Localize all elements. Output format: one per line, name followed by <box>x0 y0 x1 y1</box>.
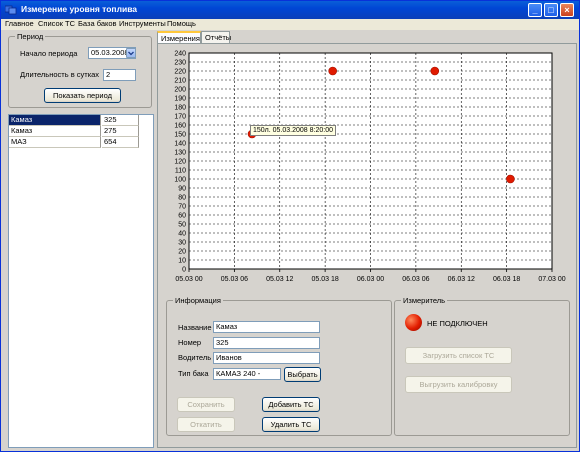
load-vehicle-list-button[interactable]: Загрузить список ТС <box>405 347 512 364</box>
y-tick-label: 100 <box>174 177 186 184</box>
y-tick-label: 150 <box>174 132 186 139</box>
app-icon <box>5 5 17 15</box>
y-tick-label: 110 <box>175 168 186 175</box>
y-tick-label: 70 <box>178 204 186 211</box>
date-dropdown-button[interactable] <box>126 48 136 58</box>
maximize-button[interactable]: □ <box>544 3 558 17</box>
meter-group-title: Измеритель <box>401 296 448 305</box>
data-point <box>506 174 515 184</box>
y-tick-label: 80 <box>178 195 186 202</box>
close-button[interactable]: × <box>560 3 574 17</box>
start-date-label: Начало периода <box>20 49 78 58</box>
y-tick-label: 240 <box>174 51 186 58</box>
y-tick-label: 30 <box>178 240 186 247</box>
list-item[interactable]: Камаз 325 <box>9 115 139 126</box>
duration-field[interactable]: 2 <box>103 69 136 81</box>
info-group-title: Информация <box>173 296 223 305</box>
driver-field[interactable]: Иванов <box>213 352 320 364</box>
vehicle-name: Камаз <box>9 115 101 126</box>
menu-main[interactable]: Главное <box>5 19 34 29</box>
name-field[interactable]: Камаз <box>213 321 320 333</box>
y-tick-label: 40 <box>178 231 186 238</box>
delete-vehicle-button[interactable]: Удалить ТС <box>262 417 320 432</box>
vehicle-name: МАЗ <box>9 137 101 148</box>
title-bar[interactable]: Измерение уровня топлива _ □ × <box>1 1 579 19</box>
y-tick-label: 170 <box>174 114 186 121</box>
choose-tank-button[interactable]: Выбрать <box>284 367 321 382</box>
x-tick-label: 06.03 00 <box>357 276 384 283</box>
data-point <box>328 66 337 76</box>
show-period-button[interactable]: Показать период <box>44 88 121 103</box>
menu-bar: Главное Список ТС База баков Инструменты… <box>1 19 579 30</box>
y-tick-label: 60 <box>178 213 186 220</box>
number-field[interactable]: 325 <box>213 337 320 349</box>
app-window: Измерение уровня топлива _ □ × Главное С… <box>0 0 580 452</box>
y-tick-label: 210 <box>174 78 186 85</box>
y-tick-label: 130 <box>174 150 186 157</box>
add-vehicle-button[interactable]: Добавить ТС <box>262 397 320 412</box>
x-tick-label: 06.03 18 <box>493 276 520 283</box>
point-tooltip: 150л. 05.03.2008 8:20:00 <box>250 125 336 136</box>
y-tick-label: 0 <box>182 267 186 274</box>
y-tick-label: 190 <box>174 96 186 103</box>
x-tick-label: 05.03 18 <box>312 276 339 283</box>
menu-tools[interactable]: Инструменты <box>119 19 166 29</box>
tank-type-field[interactable]: КАМАЗ 240 - <box>213 368 281 380</box>
x-tick-label: 05.03 06 <box>221 276 248 283</box>
chevron-down-icon <box>128 51 134 56</box>
menu-vehicle-list[interactable]: Список ТС <box>38 19 75 29</box>
vehicle-value: 325 <box>102 115 139 126</box>
measurements-panel: 0 10 20 30 40 50 60 70 80 90 100 110 120 130 140 150 160… <box>157 43 577 448</box>
x-tick-label: 07.03 00 <box>538 276 565 283</box>
y-tick-label: 10 <box>178 258 186 265</box>
x-tick-label: 05.03 00 <box>175 276 202 283</box>
vehicle-value: 654 <box>102 137 139 148</box>
y-tick-label: 20 <box>178 249 186 256</box>
y-tick-label: 230 <box>174 60 186 67</box>
period-group-title: Период <box>15 32 46 41</box>
y-tick-label: 160 <box>174 123 186 130</box>
save-button[interactable]: Сохранить <box>177 397 235 412</box>
info-group: Информация Название Камаз Номер 325 Води… <box>166 296 392 436</box>
y-tick-label: 120 <box>174 159 186 166</box>
period-group: Период Начало периода 05.03.2008 Длитель… <box>8 32 152 108</box>
x-tick-label: 06.03 06 <box>402 276 429 283</box>
tank-type-label: Тип бака <box>178 369 209 378</box>
y-tick-label: 200 <box>174 87 186 94</box>
menu-tank-db[interactable]: База баков <box>78 19 117 29</box>
driver-label: Водитель <box>178 353 212 362</box>
fuel-level-chart[interactable]: 0 10 20 30 40 50 60 70 80 90 100 110 120 130 140 150 160… <box>158 44 576 302</box>
y-tick-label: 220 <box>174 69 186 76</box>
data-point <box>430 66 440 76</box>
window-title: Измерение уровня топлива <box>21 4 138 14</box>
vehicle-value: 275 <box>102 126 139 137</box>
vehicle-list[interactable]: Камаз 325 Камаз 275 МАЗ 654 <box>8 114 154 448</box>
y-tick-label: 50 <box>178 222 186 229</box>
y-tick-label: 90 <box>178 186 186 193</box>
x-tick-label: 06.03 12 <box>448 276 475 283</box>
x-tick-label: 05.03 12 <box>266 276 293 283</box>
duration-label: Длительность в сутках <box>20 70 100 79</box>
client-area: Период Начало периода 05.03.2008 Длитель… <box>2 30 579 451</box>
y-tick-label: 140 <box>174 141 186 148</box>
connection-status-text: НЕ ПОДКЛЮЧЕН <box>427 319 488 328</box>
menu-help[interactable]: Помощь <box>167 19 196 29</box>
export-calibration-button[interactable]: Выгрузить калибровку <box>405 376 512 393</box>
vehicle-name: Камаз <box>9 126 101 137</box>
rollback-button[interactable]: Откатить <box>177 417 235 432</box>
number-label: Номер <box>178 338 202 347</box>
name-label: Название <box>178 323 212 332</box>
meter-group: Измеритель НЕ ПОДКЛЮЧЕН Загрузить список… <box>394 296 570 436</box>
list-item[interactable]: Камаз 275 <box>9 126 139 137</box>
connection-status-icon <box>405 314 422 331</box>
list-item[interactable]: МАЗ 654 <box>9 137 139 148</box>
y-tick-label: 180 <box>174 105 186 112</box>
minimize-button[interactable]: _ <box>528 3 542 17</box>
